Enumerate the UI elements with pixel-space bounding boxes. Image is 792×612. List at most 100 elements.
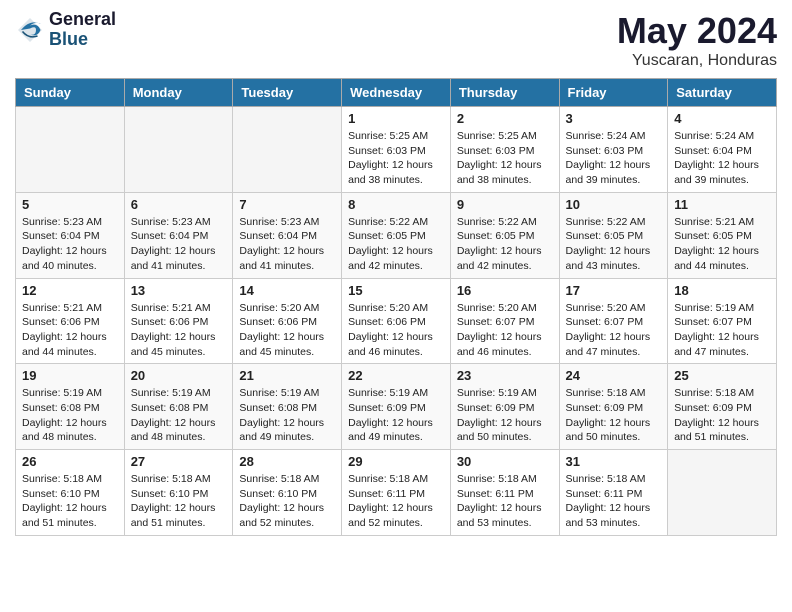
day-cell: 31 Sunrise: 5:18 AM Sunset: 6:11 PM Dayli… <box>559 450 668 536</box>
day-info: Sunrise: 5:24 AM Sunset: 6:04 PM Dayligh… <box>674 129 770 188</box>
day-number: 7 <box>239 197 335 212</box>
day-header-friday: Friday <box>559 79 668 107</box>
week-row-5: 26 Sunrise: 5:18 AM Sunset: 6:10 PM Dayli… <box>16 450 777 536</box>
day-number: 4 <box>674 111 770 126</box>
day-number: 8 <box>348 197 444 212</box>
day-info: Sunrise: 5:19 AM Sunset: 6:08 PM Dayligh… <box>239 386 335 445</box>
day-header-tuesday: Tuesday <box>233 79 342 107</box>
day-header-saturday: Saturday <box>668 79 777 107</box>
day-info: Sunrise: 5:22 AM Sunset: 6:05 PM Dayligh… <box>566 215 662 274</box>
day-number: 15 <box>348 283 444 298</box>
calendar-container: General Blue May 2024 Yuscaran, Honduras… <box>0 0 792 546</box>
day-cell: 19Sunrise: 5:19 AM Sunset: 6:08 PM Dayli… <box>16 364 125 450</box>
day-cell: 12 Sunrise: 5:21 AM Sunset: 6:06 PM Dayli… <box>16 278 125 364</box>
day-cell: 22 Sunrise: 5:19 AM Sunset: 6:09 PM Dayli… <box>342 364 451 450</box>
day-cell: 25 Sunrise: 5:18 AM Sunset: 6:09 PM Dayli… <box>668 364 777 450</box>
day-info: Sunrise: 5:19 AM Sunset: 6:09 PM Dayligh… <box>348 386 444 445</box>
day-info: Sunrise: 5:20 AM Sunset: 6:07 PM Dayligh… <box>566 301 662 360</box>
day-number: 28 <box>239 454 335 469</box>
title-block: May 2024 Yuscaran, Honduras <box>617 10 777 70</box>
day-info: Sunrise: 5:18 AM Sunset: 6:10 PM Dayligh… <box>239 472 335 531</box>
day-info: Sunrise: 5:22 AM Sunset: 6:05 PM Dayligh… <box>348 215 444 274</box>
day-cell: 15 Sunrise: 5:20 AM Sunset: 6:06 PM Dayli… <box>342 278 451 364</box>
day-info: Sunrise: 5:19 AM Sunset: 6:08 PM Dayligh… <box>131 386 227 445</box>
day-number: 23 <box>457 368 553 383</box>
day-number: 31 <box>566 454 662 469</box>
day-number: 12 <box>22 283 118 298</box>
day-number: 29 <box>348 454 444 469</box>
day-info: Sunrise: 5:18 AM Sunset: 6:09 PM Dayligh… <box>566 386 662 445</box>
day-info: Sunrise: 5:25 AM Sunset: 6:03 PM Dayligh… <box>348 129 444 188</box>
day-cell: 30Sunrise: 5:18 AM Sunset: 6:11 PM Dayli… <box>450 450 559 536</box>
day-cell: 4 Sunrise: 5:24 AM Sunset: 6:04 PM Daylig… <box>668 107 777 193</box>
logo-icon <box>15 15 45 45</box>
day-cell <box>124 107 233 193</box>
month-title: May 2024 <box>617 10 777 52</box>
logo-general: General <box>49 10 116 30</box>
day-header-monday: Monday <box>124 79 233 107</box>
day-cell: 3 Sunrise: 5:24 AM Sunset: 6:03 PM Daylig… <box>559 107 668 193</box>
day-number: 25 <box>674 368 770 383</box>
header-row-days: SundayMondayTuesdayWednesdayThursdayFrid… <box>16 79 777 107</box>
day-cell <box>16 107 125 193</box>
day-info: Sunrise: 5:23 AM Sunset: 6:04 PM Dayligh… <box>22 215 118 274</box>
day-number: 2 <box>457 111 553 126</box>
day-cell: 24Sunrise: 5:18 AM Sunset: 6:09 PM Dayli… <box>559 364 668 450</box>
logo-text: General Blue <box>49 10 116 50</box>
week-row-3: 12 Sunrise: 5:21 AM Sunset: 6:06 PM Dayli… <box>16 278 777 364</box>
week-row-2: 5 Sunrise: 5:23 AM Sunset: 6:04 PM Daylig… <box>16 192 777 278</box>
day-cell: 20 Sunrise: 5:19 AM Sunset: 6:08 PM Dayli… <box>124 364 233 450</box>
day-info: Sunrise: 5:18 AM Sunset: 6:11 PM Dayligh… <box>566 472 662 531</box>
day-cell: 28 Sunrise: 5:18 AM Sunset: 6:10 PM Dayli… <box>233 450 342 536</box>
day-cell: 5 Sunrise: 5:23 AM Sunset: 6:04 PM Daylig… <box>16 192 125 278</box>
day-cell: 13 Sunrise: 5:21 AM Sunset: 6:06 PM Dayli… <box>124 278 233 364</box>
day-cell: 21 Sunrise: 5:19 AM Sunset: 6:08 PM Dayli… <box>233 364 342 450</box>
day-number: 21 <box>239 368 335 383</box>
day-number: 22 <box>348 368 444 383</box>
day-info: Sunrise: 5:21 AM Sunset: 6:06 PM Dayligh… <box>22 301 118 360</box>
logo: General Blue <box>15 10 116 50</box>
day-info: Sunrise: 5:21 AM Sunset: 6:05 PM Dayligh… <box>674 215 770 274</box>
day-info: Sunrise: 5:18 AM Sunset: 6:11 PM Dayligh… <box>457 472 553 531</box>
day-info: Sunrise: 5:19 AM Sunset: 6:08 PM Dayligh… <box>22 386 118 445</box>
day-cell: 14Sunrise: 5:20 AM Sunset: 6:06 PM Dayli… <box>233 278 342 364</box>
day-cell: 26 Sunrise: 5:18 AM Sunset: 6:10 PM Dayli… <box>16 450 125 536</box>
header-row: General Blue May 2024 Yuscaran, Honduras <box>15 10 777 70</box>
day-info: Sunrise: 5:21 AM Sunset: 6:06 PM Dayligh… <box>131 301 227 360</box>
day-info: Sunrise: 5:18 AM Sunset: 6:09 PM Dayligh… <box>674 386 770 445</box>
day-number: 18 <box>674 283 770 298</box>
day-cell <box>233 107 342 193</box>
day-cell: 9Sunrise: 5:22 AM Sunset: 6:05 PM Daylig… <box>450 192 559 278</box>
day-cell: 27Sunrise: 5:18 AM Sunset: 6:10 PM Dayli… <box>124 450 233 536</box>
day-cell: 6Sunrise: 5:23 AM Sunset: 6:04 PM Daylig… <box>124 192 233 278</box>
day-cell <box>668 450 777 536</box>
day-cell: 29 Sunrise: 5:18 AM Sunset: 6:11 PM Dayli… <box>342 450 451 536</box>
day-cell: 1Sunrise: 5:25 AM Sunset: 6:03 PM Daylig… <box>342 107 451 193</box>
week-row-1: 1Sunrise: 5:25 AM Sunset: 6:03 PM Daylig… <box>16 107 777 193</box>
day-cell: 16Sunrise: 5:20 AM Sunset: 6:07 PM Dayli… <box>450 278 559 364</box>
day-number: 5 <box>22 197 118 212</box>
day-cell: 2 Sunrise: 5:25 AM Sunset: 6:03 PM Daylig… <box>450 107 559 193</box>
day-info: Sunrise: 5:24 AM Sunset: 6:03 PM Dayligh… <box>566 129 662 188</box>
day-number: 27 <box>131 454 227 469</box>
day-cell: 7 Sunrise: 5:23 AM Sunset: 6:04 PM Daylig… <box>233 192 342 278</box>
day-number: 11 <box>674 197 770 212</box>
day-cell: 23Sunrise: 5:19 AM Sunset: 6:09 PM Dayli… <box>450 364 559 450</box>
location: Yuscaran, Honduras <box>617 52 777 70</box>
day-info: Sunrise: 5:25 AM Sunset: 6:03 PM Dayligh… <box>457 129 553 188</box>
day-number: 20 <box>131 368 227 383</box>
day-number: 3 <box>566 111 662 126</box>
week-row-4: 19Sunrise: 5:19 AM Sunset: 6:08 PM Dayli… <box>16 364 777 450</box>
day-number: 13 <box>131 283 227 298</box>
day-info: Sunrise: 5:23 AM Sunset: 6:04 PM Dayligh… <box>239 215 335 274</box>
day-cell: 18 Sunrise: 5:19 AM Sunset: 6:07 PM Dayli… <box>668 278 777 364</box>
day-cell: 17Sunrise: 5:20 AM Sunset: 6:07 PM Dayli… <box>559 278 668 364</box>
day-info: Sunrise: 5:20 AM Sunset: 6:06 PM Dayligh… <box>348 301 444 360</box>
day-info: Sunrise: 5:18 AM Sunset: 6:11 PM Dayligh… <box>348 472 444 531</box>
day-cell: 11 Sunrise: 5:21 AM Sunset: 6:05 PM Dayli… <box>668 192 777 278</box>
day-header-wednesday: Wednesday <box>342 79 451 107</box>
day-cell: 10Sunrise: 5:22 AM Sunset: 6:05 PM Dayli… <box>559 192 668 278</box>
day-info: Sunrise: 5:18 AM Sunset: 6:10 PM Dayligh… <box>22 472 118 531</box>
day-info: Sunrise: 5:19 AM Sunset: 6:07 PM Dayligh… <box>674 301 770 360</box>
day-number: 26 <box>22 454 118 469</box>
